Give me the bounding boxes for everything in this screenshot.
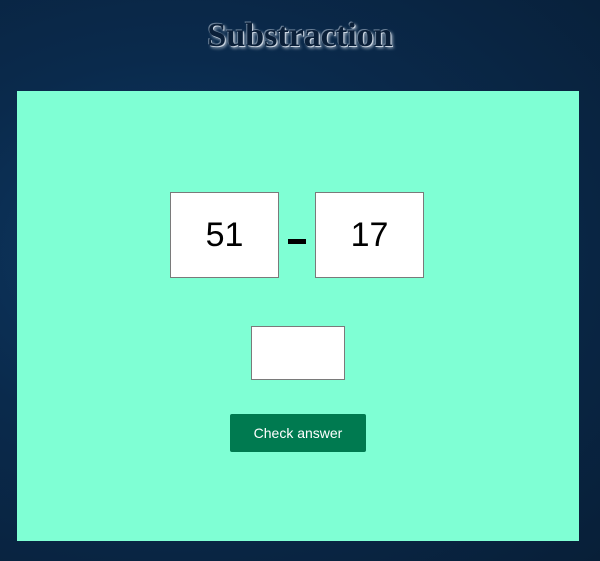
minus-operator-icon [288, 239, 306, 244]
page-title: Substraction [207, 17, 393, 54]
second-operand: 17 [315, 192, 424, 278]
answer-input[interactable] [251, 326, 345, 380]
first-operand: 51 [170, 192, 279, 278]
exercise-panel: 51 17 Check answer [17, 91, 579, 541]
check-answer-button[interactable]: Check answer [230, 414, 366, 452]
